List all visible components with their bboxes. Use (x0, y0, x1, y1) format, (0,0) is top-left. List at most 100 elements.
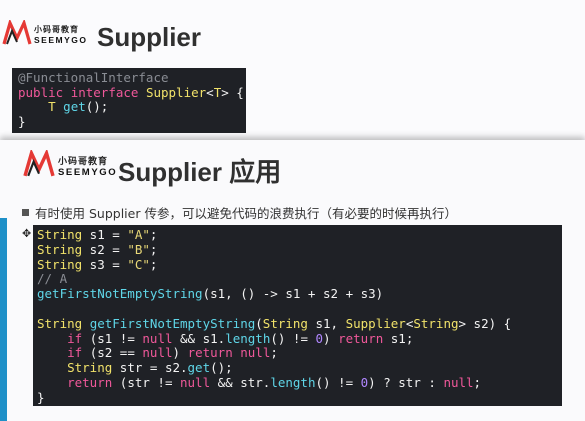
move-cursor-icon: ✥ (22, 227, 32, 240)
code-token: public (18, 84, 64, 100)
seemygo-logo: 小码哥教育 SEEMYGO (22, 150, 117, 178)
code-token: if (67, 330, 83, 346)
code-token: ; (270, 345, 278, 361)
code-token: String (67, 360, 113, 376)
back-slide: 小码哥教育 SEEMYGO Supplier @FunctionalInterf… (0, 0, 585, 140)
code-token: null (142, 345, 173, 361)
code-token: null (240, 345, 271, 361)
code-line: getFirstNotEmptyString(s1, () -> s1 + s2… (37, 286, 562, 302)
code-token: ; (149, 241, 158, 257)
code-token: (str != (112, 374, 180, 390)
code-token: ; (149, 256, 158, 272)
code-token: ) (323, 330, 339, 346)
code-line: return (str != null && str.length() != 0… (37, 374, 562, 391)
code-token: if (67, 345, 83, 361)
seemygo-m-logo-icon (2, 20, 32, 45)
functional-interface-code-block: @FunctionalInterface public interface Sup… (12, 68, 246, 133)
logo-cn-text: 小码哥教育 (34, 25, 79, 34)
code-line: if (s1 != null && s1.length() != 0) retu… (37, 330, 562, 347)
code-token: String (37, 241, 83, 257)
code-token: return (338, 330, 384, 346)
front-slide-title: Supplier 应用 (118, 157, 282, 187)
code-token: String (37, 227, 83, 242)
code-line: String str = s2.get(); (37, 360, 562, 376)
code-token: s2 = (82, 241, 128, 257)
logo-cn-text: 小码哥教育 (58, 157, 109, 167)
code-token: s1 = (82, 227, 128, 242)
code-token: str = s2. (112, 360, 188, 376)
code-token: length (225, 330, 271, 346)
code-token: } (18, 113, 26, 129)
code-token: () != (315, 374, 361, 390)
code-token: return (187, 345, 233, 361)
code-token: (); (85, 99, 109, 115)
code-line: } (18, 113, 246, 130)
code-line: } (37, 389, 562, 406)
code-token: ) ? str : (368, 374, 444, 390)
code-token: s1; (383, 330, 414, 346)
code-token: > { (221, 84, 244, 100)
bullet-square-icon (22, 209, 29, 216)
code-token: s1, (307, 315, 346, 331)
code-token: (s2 == (82, 345, 143, 361)
code-token: interface (70, 84, 139, 100)
code-token: (s1, () -> s1 + s2 + s3) (202, 286, 384, 302)
code-token: getFirstNotEmptyString (37, 286, 203, 302)
code-token: null (443, 374, 474, 390)
code-token: return (67, 374, 113, 390)
code-line: public interface Supplier<T> { (18, 84, 246, 101)
code-token: ; (149, 227, 158, 242)
bullet-text: 有时使用 Supplier 传参，可以避免代码的浪费执行（有必要的时候再执行） (35, 206, 457, 221)
code-token: < (206, 84, 214, 100)
code-token: Supplier (145, 84, 207, 100)
code-token: null (180, 374, 211, 390)
code-token: "A" (127, 227, 150, 242)
code-token: } (37, 389, 45, 405)
code-token: getFirstNotEmptyString (89, 315, 256, 331)
code-token: length (270, 374, 316, 390)
code-token: String (37, 315, 83, 331)
code-token: get (187, 360, 211, 376)
logo-en-text: SEEMYGO (34, 35, 88, 45)
code-token: String (262, 315, 308, 331)
code-line: String s1 = "A"; (37, 227, 562, 243)
supplier-usage-code-block: String s1 = "A"; String s2 = "B"; String s… (33, 225, 562, 406)
code-line: T get(); (18, 99, 246, 115)
code-token: && str. (210, 374, 271, 390)
code-line: String s2 = "B"; (37, 241, 562, 258)
code-token: // A (37, 271, 68, 287)
code-token: null (142, 330, 173, 346)
code-line: if (s2 == null) return null; (37, 345, 562, 361)
back-slide-title: Supplier (97, 22, 202, 52)
code-token: ; (473, 374, 482, 390)
code-token: "C" (127, 256, 150, 272)
code-token: s3 = (82, 256, 128, 272)
code-token: ) (172, 345, 188, 361)
code-token: ( (255, 315, 263, 331)
code-line: String getFirstNotEmptyString(String s1,… (37, 315, 562, 332)
code-line: @FunctionalInterface (18, 70, 246, 86)
seemygo-m-logo-icon (23, 150, 55, 177)
seemygo-logo: 小码哥教育 SEEMYGO (2, 20, 87, 46)
code-token: @FunctionalInterface (18, 70, 169, 85)
code-token: Supplier (345, 315, 406, 331)
code-token: && s1. (172, 330, 226, 346)
code-token: (); (210, 360, 233, 376)
code-token: 0 (315, 330, 324, 346)
code-token: "B" (127, 241, 150, 257)
code-token: () != (270, 330, 316, 346)
code-token: get (63, 99, 86, 115)
code-line: // A (37, 271, 562, 287)
logo-en-text: SEEMYGO (58, 167, 118, 178)
code-token: (s1 != (82, 330, 143, 346)
front-slide: 小码哥教育 SEEMYGO Supplier 应用 有时使用 Supplier … (0, 140, 585, 421)
code-token: > s2) { (458, 315, 512, 331)
